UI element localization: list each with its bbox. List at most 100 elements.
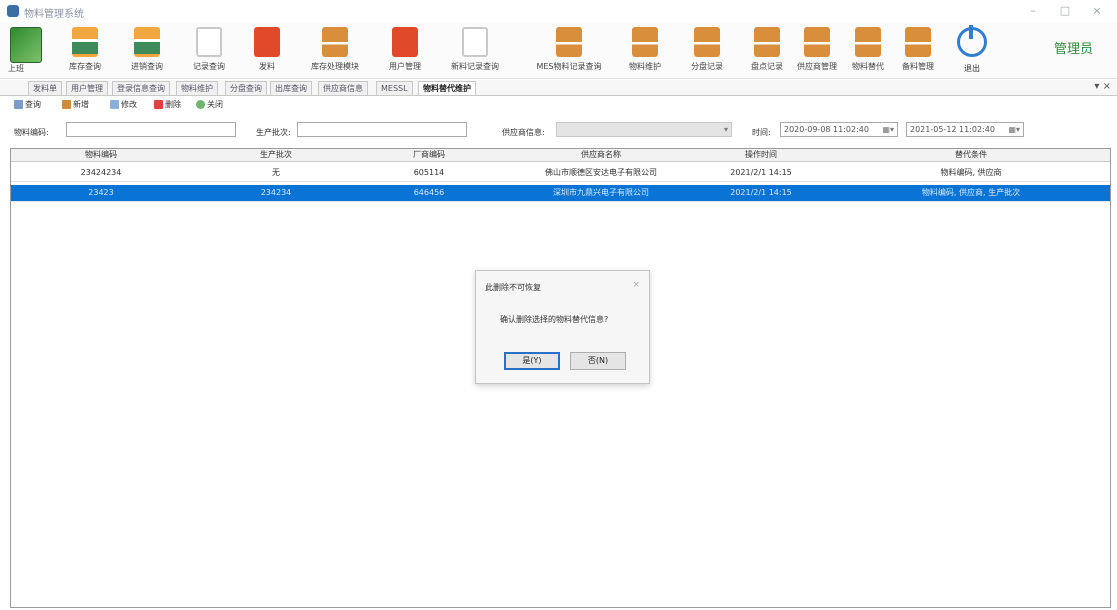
toolbar-button-issue-material[interactable]: 发料 [242, 27, 292, 75]
tab-split-query[interactable]: 分盘查询 [225, 81, 267, 95]
edit-label: 修改 [121, 100, 137, 109]
filter-bar: 物料编码: 生产批次: 供应商信息: ▾ 时间: 2020-09-08 11:0… [0, 120, 1117, 142]
table-cell: 无 [272, 168, 280, 177]
user-icon [392, 27, 418, 57]
tab-outbound-query[interactable]: 出库查询 [270, 81, 312, 95]
tab-material-maintenance[interactable]: 物料维护 [176, 81, 218, 95]
notepad-icon [462, 27, 488, 57]
column-header[interactable]: 操作时间 [691, 149, 831, 161]
tab-material-substitute[interactable]: 物料替代维护 [418, 81, 476, 95]
toolbar-label: MES物料记录查询 [536, 62, 602, 71]
edit-button[interactable]: 修改 [110, 99, 137, 110]
column-header[interactable]: 替代条件 [851, 149, 1091, 161]
confirm-delete-dialog: 此删除不可恢复 × 确认删除选择的物料替代信息? 是(Y) 否(N) [475, 270, 650, 384]
time-to-value: 2021-05-12 11:02:40 [910, 125, 995, 134]
table-row[interactable]: 23424234 无 605114 佛山市顺德区安达电子有限公司 2021/2/… [11, 165, 1110, 182]
toolbar-button-material-maintenance[interactable]: 物料维护 [620, 27, 670, 75]
close-button[interactable]: 关闭 [196, 99, 223, 110]
table-row-selected[interactable]: 23423 234234 646456 深圳市九鼎兴电子有限公司 2021/2/… [11, 185, 1110, 202]
power-icon [957, 25, 987, 57]
table-cell: 物料编码, 供应商, 生产批次 [921, 188, 1021, 197]
toolbar-label: 分盘记录 [691, 62, 723, 71]
current-user-label: 管理员 [1054, 42, 1094, 57]
toolbar-label: 盘点记录 [751, 62, 783, 71]
column-header[interactable]: 厂商编码 [369, 149, 489, 161]
app-icon [7, 5, 19, 17]
mfr-batch-input[interactable] [297, 122, 467, 137]
toolbar-button-inventory-query[interactable]: 库存查询 [60, 27, 110, 75]
table-cell: 234234 [260, 188, 292, 197]
minimize-button[interactable]: – [1018, 3, 1048, 19]
delete-button[interactable]: 删除 [154, 99, 181, 110]
add-icon [62, 100, 71, 109]
toolbar-label: 退出 [964, 64, 980, 73]
toolbar-label: 新料记录查询 [451, 62, 499, 71]
dialog-close-icon[interactable]: × [632, 280, 640, 290]
tab-messl[interactable]: MESSL [376, 81, 413, 95]
add-button[interactable]: 新增 [62, 99, 89, 110]
table-cell: 23423 [88, 188, 114, 197]
tab-supplier-info[interactable]: 供应商信息 [318, 81, 368, 95]
box-icon [754, 27, 780, 57]
time-to-picker[interactable]: 2021-05-12 11:02:40 ▦▾ [906, 122, 1024, 137]
maximize-button[interactable]: □ [1050, 3, 1080, 19]
toolbar-button-exit[interactable]: 退出 [952, 25, 992, 74]
query-button[interactable]: 查询 [14, 99, 41, 110]
toolbar-button-prep-management[interactable]: 备料管理 [893, 27, 943, 75]
toolbar-button-inventory-module[interactable]: 库存处理模块 [305, 27, 365, 75]
toolbar-button-supplier-management[interactable]: 供应商管理 [792, 27, 842, 75]
toolbar-label: 上班 [8, 64, 24, 73]
mfr-batch-label: 生产批次: [256, 128, 291, 137]
shelf-icon [72, 27, 98, 57]
chevron-down-icon: ▾ [723, 125, 728, 134]
main-toolbar: 上班 库存查询 进销查询 记录查询 发料 库存处理模块 用户管理 新料记录查询 … [0, 22, 1117, 79]
tab-issue-sheet[interactable]: 发料单 [28, 81, 62, 95]
column-header[interactable]: 供应商名称 [506, 149, 696, 161]
toolbar-button-material-substitute[interactable]: 物料替代 [843, 27, 893, 75]
toolbar-button-inout-query[interactable]: 进销查询 [122, 27, 172, 75]
toolbar-label: 用户管理 [389, 62, 421, 71]
supplier-select[interactable]: ▾ [556, 122, 732, 137]
close-window-button[interactable]: × [1082, 3, 1112, 19]
dialog-no-button[interactable]: 否(N) [570, 352, 626, 370]
toolbar-label: 发料 [259, 62, 275, 71]
tab-user-management[interactable]: 用户管理 [66, 81, 108, 95]
box-icon [322, 27, 348, 57]
dialog-message: 确认删除选择的物料替代信息? [500, 315, 609, 324]
calendar-icon: ▦▾ [882, 125, 894, 134]
tab-close-button[interactable]: ▾ × [1094, 81, 1111, 92]
title-bar: 物料管理系统 – □ × [0, 0, 1117, 22]
supplier-label: 供应商信息: [502, 128, 545, 137]
toolbar-button-record-query[interactable]: 记录查询 [184, 27, 234, 75]
toolbar-label: 库存查询 [69, 62, 101, 71]
tab-login-info[interactable]: 登录信息查询 [112, 81, 170, 95]
time-from-picker[interactable]: 2020-09-08 11:02:40 ▦▾ [780, 122, 898, 137]
window-title: 物料管理系统 [24, 9, 84, 20]
edit-icon [110, 100, 119, 109]
dialog-title: 此删除不可恢复 [485, 283, 541, 292]
toolbar-button-user-management[interactable]: 用户管理 [380, 27, 430, 75]
toolbar-button-clockin[interactable]: 上班 [8, 27, 44, 75]
box-icon [632, 27, 658, 57]
toolbar-button-stocktake-record[interactable]: 盘点记录 [742, 27, 792, 75]
toolbar-label: 记录查询 [193, 62, 225, 71]
query-label: 查询 [25, 100, 41, 109]
material-code-input[interactable] [66, 122, 236, 137]
table-cell: 23424234 [80, 168, 122, 177]
toolbar-button-split-record[interactable]: 分盘记录 [682, 27, 732, 75]
toolbar-button-mes-query[interactable]: MES物料记录查询 [532, 27, 606, 75]
toolbar-label: 供应商管理 [797, 62, 837, 71]
box-icon [804, 27, 830, 57]
column-header[interactable]: 物料编码 [31, 149, 171, 161]
toolbar-button-new-material-query[interactable]: 新料记录查询 [447, 27, 503, 75]
dialog-yes-button[interactable]: 是(Y) [504, 352, 560, 370]
query-icon [14, 100, 23, 109]
document-tabs: 发料单 用户管理 登录信息查询 物料维护 分盘查询 出库查询 供应商信息 MES… [0, 80, 1117, 96]
column-header[interactable]: 生产批次 [186, 149, 366, 161]
delete-icon [154, 100, 163, 109]
time-from-value: 2020-09-08 11:02:40 [784, 125, 869, 134]
box-icon [556, 27, 582, 57]
close-label: 关闭 [207, 100, 223, 109]
table-cell: 物料编码, 供应商 [940, 168, 1002, 177]
table-header: 物料编码 生产批次 厂商编码 供应商名称 操作时间 替代条件 [11, 149, 1110, 162]
